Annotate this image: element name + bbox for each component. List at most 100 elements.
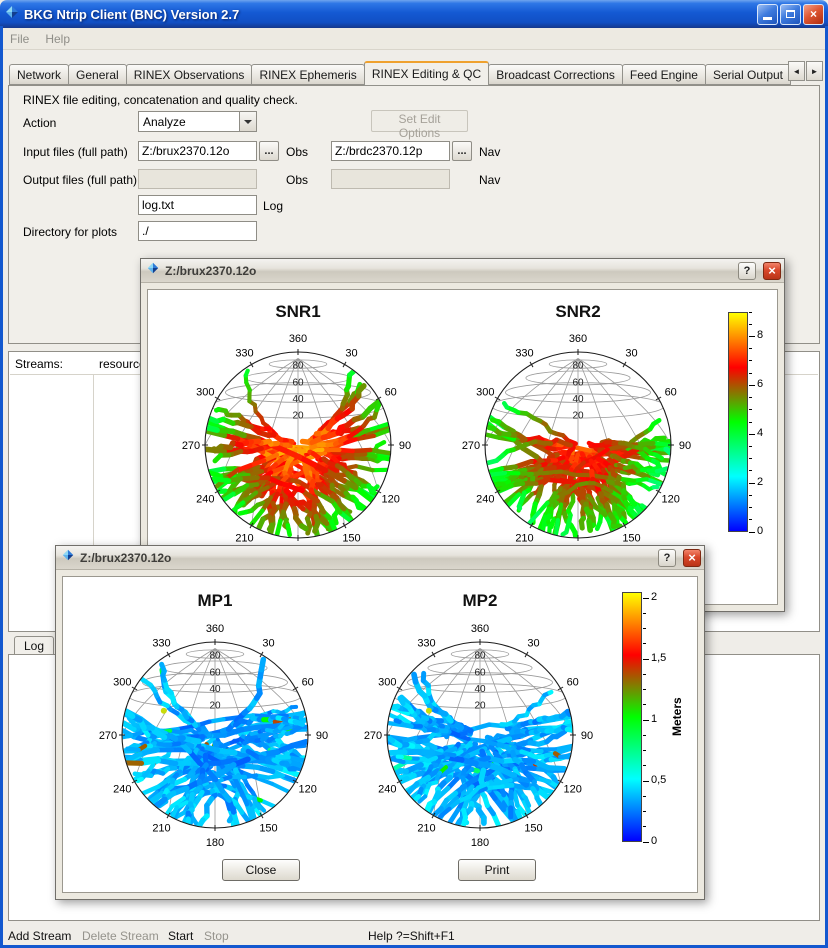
colorbar-minor-tick [749, 519, 752, 520]
svg-text:30: 30 [527, 637, 539, 649]
obs-label: Obs [286, 145, 308, 159]
add-stream-action[interactable]: Add Stream [8, 929, 71, 943]
snr-dialog-titlebar[interactable]: Z:/brux2370.12o ? × [141, 259, 784, 283]
input-nav-field[interactable] [331, 141, 450, 161]
tab-rinex-editing-qc[interactable]: RINEX Editing & QC [364, 61, 489, 86]
svg-text:40: 40 [474, 684, 486, 695]
colorbar-tick [643, 842, 649, 843]
tab-scroll-right-icon[interactable]: ► [806, 61, 823, 81]
mp-dialog-close-button[interactable]: × [683, 549, 701, 567]
output-nav-field[interactable] [331, 169, 450, 189]
tab-rinex-ephemeris[interactable]: RINEX Ephemeris [251, 64, 364, 85]
svg-text:120: 120 [662, 494, 680, 506]
log-label: Log [263, 199, 283, 213]
output-obs-label: Obs [286, 173, 308, 187]
input-obs-field[interactable] [138, 141, 257, 161]
colorbar-minor-tick [643, 613, 646, 614]
colorbar-minor-tick [749, 324, 752, 325]
logfile-field[interactable] [138, 195, 257, 215]
tab-general[interactable]: General [68, 64, 127, 85]
snr-dialog-title: Z:/brux2370.12o [165, 264, 731, 278]
action-combobox[interactable]: Analyze [138, 111, 257, 132]
svg-text:270: 270 [364, 730, 382, 742]
svg-text:150: 150 [524, 823, 542, 835]
svg-text:330: 330 [152, 637, 170, 649]
svg-text:300: 300 [113, 677, 131, 689]
svg-text:20: 20 [572, 411, 584, 422]
svg-text:270: 270 [462, 440, 480, 452]
svg-text:90: 90 [581, 730, 593, 742]
svg-text:300: 300 [196, 387, 214, 399]
tab-serial-output[interactable]: Serial Output [705, 64, 791, 85]
svg-text:120: 120 [382, 494, 400, 506]
plots-dir-field[interactable] [138, 221, 257, 241]
snr-dialog-help-button[interactable]: ? [738, 262, 756, 280]
snr-dialog-close-button[interactable]: × [763, 262, 781, 280]
menu-file[interactable]: File [10, 32, 29, 46]
tab-scroll-left-icon[interactable]: ◄ [788, 61, 805, 81]
svg-text:180: 180 [471, 837, 489, 849]
tab-broadcast-corrections[interactable]: Broadcast Corrections [488, 64, 623, 85]
svg-text:80: 80 [474, 651, 486, 662]
page-description: RINEX file editing, concatenation and qu… [23, 93, 298, 107]
colorbar-tick [749, 434, 755, 435]
tab-bar: Network General RINEX Observations RINEX… [3, 56, 825, 85]
minimize-button[interactable] [757, 4, 778, 25]
svg-text:60: 60 [665, 387, 677, 399]
tab-rinex-observations[interactable]: RINEX Observations [126, 64, 253, 85]
svg-text:330: 330 [417, 637, 435, 649]
colorbar-tick-label: 4 [757, 427, 763, 439]
colorbar-minor-tick [749, 446, 752, 447]
plots-dir-label: Directory for plots [23, 225, 117, 239]
menu-help[interactable]: Help [45, 32, 70, 46]
colorbar-minor-tick [749, 397, 752, 398]
set-edit-options-button[interactable]: Set Edit Options [371, 110, 468, 132]
colorbar-minor-tick [643, 765, 646, 766]
delete-stream-action[interactable]: Delete Stream [82, 929, 159, 943]
window-titlebar[interactable]: BKG Ntrip Client (BNC) Version 2.7 × [0, 0, 828, 28]
menu-bar: File Help [3, 28, 825, 50]
svg-text:300: 300 [476, 387, 494, 399]
input-obs-browse-button[interactable]: ... [259, 141, 279, 161]
tab-network[interactable]: Network [9, 64, 69, 85]
colorbar-unit-label: Meters [669, 592, 685, 842]
svg-text:360: 360 [289, 333, 307, 345]
colorbar-tick [749, 336, 755, 337]
svg-text:210: 210 [152, 823, 170, 835]
svg-text:30: 30 [262, 637, 274, 649]
input-nav-browse-button[interactable]: ... [452, 141, 472, 161]
colorbar-tick [749, 483, 755, 484]
colorbar-minor-tick [749, 507, 752, 508]
tab-feed-engine[interactable]: Feed Engine [622, 64, 706, 85]
print-plot-button[interactable]: Print [458, 859, 536, 881]
close-plot-button[interactable]: Close [222, 859, 300, 881]
svg-text:210: 210 [417, 823, 435, 835]
svg-text:300: 300 [378, 677, 396, 689]
colorbar-tick [643, 659, 649, 660]
mp-plot-canvas: MP1 MP2 36030609012015018021024027030033… [62, 576, 698, 893]
colorbar-minor-tick [749, 373, 752, 374]
log-tab[interactable]: Log [14, 636, 54, 655]
close-button[interactable]: × [803, 4, 824, 25]
svg-text:40: 40 [209, 684, 221, 695]
mp-dialog-titlebar[interactable]: Z:/brux2370.12o ? × [56, 546, 704, 570]
svg-text:90: 90 [399, 440, 411, 452]
start-action[interactable]: Start [168, 929, 193, 943]
svg-text:90: 90 [316, 730, 328, 742]
mp-dialog-help-button[interactable]: ? [658, 549, 676, 567]
svg-text:60: 60 [567, 677, 579, 689]
svg-text:150: 150 [622, 533, 640, 545]
colorbar-tick [643, 720, 649, 721]
dialog-icon [146, 261, 160, 280]
svg-text:120: 120 [564, 784, 582, 796]
output-nav-label: Nav [479, 173, 500, 187]
svg-text:240: 240 [196, 494, 214, 506]
maximize-button[interactable] [780, 4, 801, 25]
mp-plot-dialog: Z:/brux2370.12o ? × MP1 MP2 360306090120… [55, 545, 705, 900]
mp-skyplots: 3603060901201501802102402703003308060402… [63, 577, 697, 892]
colorbar-minor-tick [749, 312, 752, 313]
nav-label: Nav [479, 145, 500, 159]
stop-action[interactable]: Stop [204, 929, 229, 943]
output-obs-field[interactable] [138, 169, 257, 189]
colorbar-tick-label: 2 [757, 476, 763, 488]
